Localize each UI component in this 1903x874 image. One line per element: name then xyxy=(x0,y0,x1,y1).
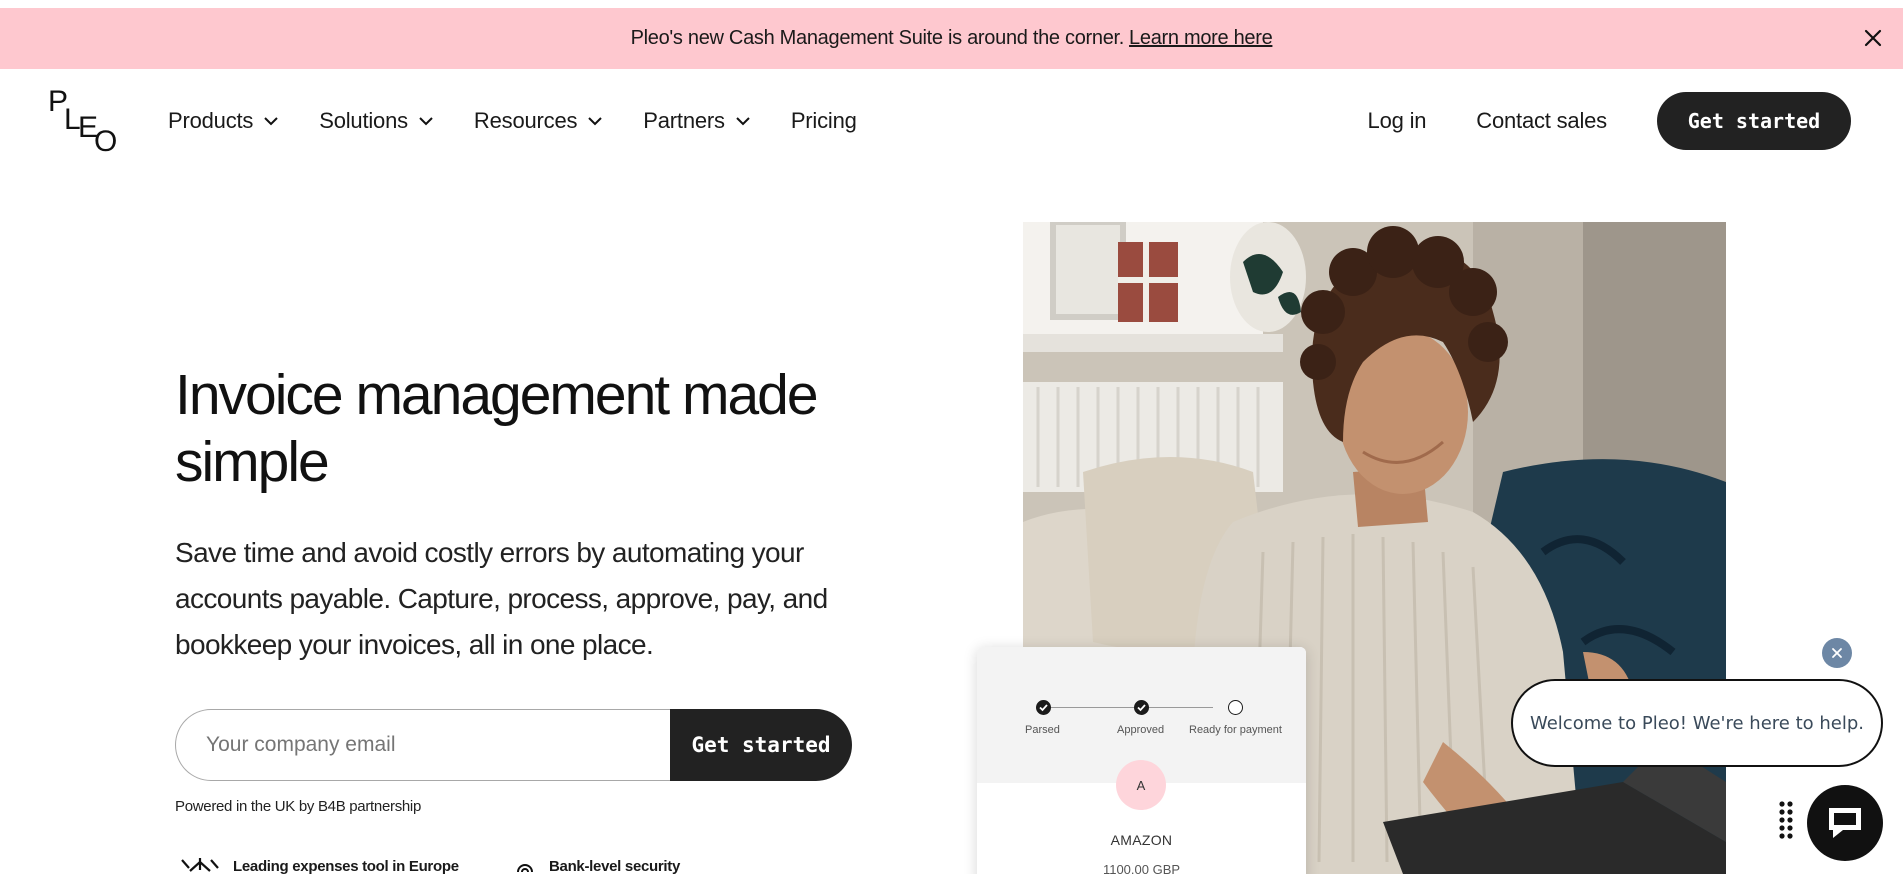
step-approved-dot xyxy=(1134,700,1149,715)
step-ready-dot xyxy=(1228,700,1243,715)
close-icon xyxy=(1864,29,1882,47)
chat-icon xyxy=(1829,808,1861,838)
chat-dismiss-button[interactable] xyxy=(1822,638,1852,668)
sparkle-icon xyxy=(181,858,219,872)
check-icon xyxy=(1039,704,1048,712)
get-started-button[interactable]: Get started xyxy=(1657,92,1851,150)
invoice-status-card: Parsed Approved Ready for payment A AMAZ… xyxy=(977,647,1306,874)
hero-subtitle: Save time and avoid costly errors by aut… xyxy=(175,537,828,660)
vendor-name: AMAZON xyxy=(1110,832,1173,848)
nav-item-label: Partners xyxy=(643,108,725,133)
powered-by-text: Powered in the UK by B4B partnership xyxy=(175,798,422,815)
nav-menu: Products Solutions Resources Partners Pr… xyxy=(168,69,897,173)
drag-handle-icon[interactable] xyxy=(1778,801,1794,841)
progress-line xyxy=(1043,707,1213,708)
nav-item-label: Solutions xyxy=(319,108,408,133)
badge-label: Leading expenses tool in Europe xyxy=(233,858,459,874)
nav-item-label: Products xyxy=(168,108,254,133)
step-label-approved: Approved xyxy=(1117,724,1165,736)
check-icon xyxy=(1137,704,1146,712)
banner-close-button[interactable] xyxy=(1861,26,1885,50)
login-link[interactable]: Log in xyxy=(1368,108,1427,134)
banner-learn-more-link[interactable]: Learn more here xyxy=(1129,27,1273,50)
nav-item-partners[interactable]: Partners xyxy=(643,108,751,134)
trust-badges: Leading expenses tool in Europe Bank-lev… xyxy=(175,858,775,874)
nav-actions: Log in Contact sales Get started xyxy=(1368,92,1851,150)
fingerprint-icon xyxy=(517,864,533,872)
chat-welcome-text: Welcome to Pleo! We're here to help. xyxy=(1529,712,1864,734)
main-nav: P L E O Products Solutions Resources Par… xyxy=(0,69,1903,173)
nav-item-label: Pricing xyxy=(790,108,857,133)
announcement-banner: Pleo's new Cash Management Suite is arou… xyxy=(0,8,1903,69)
nav-item-pricing[interactable]: Pricing xyxy=(791,108,857,134)
chevron-down-icon xyxy=(264,117,278,126)
nav-item-products[interactable]: Products xyxy=(168,108,279,134)
close-icon xyxy=(1832,648,1842,658)
step-parsed-dot xyxy=(1036,700,1051,715)
step-label-parsed: Parsed xyxy=(1025,724,1060,736)
badge-label: Bank-level security xyxy=(549,858,681,874)
logo-letter-o: O xyxy=(94,125,118,158)
chat-welcome-bubble[interactable]: Welcome to Pleo! We're here to help. xyxy=(1511,679,1883,767)
nav-item-solutions[interactable]: Solutions xyxy=(319,108,434,134)
contact-sales-link[interactable]: Contact sales xyxy=(1476,108,1607,134)
signup-form: Get started xyxy=(175,709,852,781)
nav-item-resources[interactable]: Resources xyxy=(474,108,603,134)
top-strip xyxy=(0,0,1903,8)
chevron-down-icon xyxy=(588,117,602,126)
chat-launcher-button[interactable] xyxy=(1807,785,1883,861)
banner-text: Pleo's new Cash Management Suite is arou… xyxy=(630,27,1125,49)
nav-item-label: Resources xyxy=(473,108,578,133)
chevron-down-icon xyxy=(736,117,750,126)
vendor-avatar: A xyxy=(1116,760,1166,810)
badge-security: Bank-level security xyxy=(515,858,680,874)
page-title: Invoice management made simple xyxy=(175,363,819,494)
chevron-down-icon xyxy=(419,117,433,126)
step-label-ready: Ready for payment xyxy=(1189,724,1282,736)
invoice-amount: 1100.00 GBP xyxy=(1102,862,1181,874)
badge-leading-tool: Leading expenses tool in Europe xyxy=(181,858,459,874)
company-email-input[interactable] xyxy=(175,709,670,781)
pleo-logo[interactable]: P L E O xyxy=(48,87,120,157)
hero-get-started-button[interactable]: Get started xyxy=(670,709,852,781)
